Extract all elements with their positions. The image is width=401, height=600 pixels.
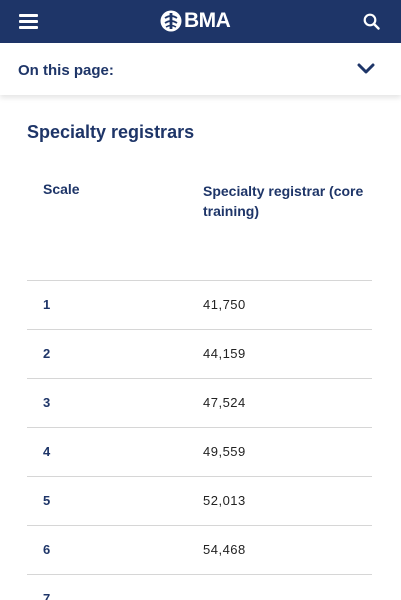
salary-cell: 52,013 bbox=[203, 493, 246, 508]
search-icon[interactable] bbox=[363, 13, 380, 30]
table-row: 6 54,468 bbox=[27, 525, 372, 575]
scale-cell: 5 bbox=[43, 493, 51, 508]
chevron-down-icon[interactable] bbox=[357, 63, 375, 75]
scale-cell: 7 bbox=[43, 591, 51, 600]
table-row: 3 47,524 bbox=[27, 378, 372, 428]
pay-scale-table: Scale Specialty registrar (core training… bbox=[27, 168, 372, 600]
salary-cell: 47,524 bbox=[203, 395, 246, 410]
salary-cell: 41,750 bbox=[203, 297, 246, 312]
section-title: Specialty registrars bbox=[27, 122, 195, 142]
salary-cell: 54,468 bbox=[203, 542, 246, 557]
column-header-scale: Scale bbox=[43, 181, 80, 197]
top-navigation-bar: BMA bbox=[0, 0, 401, 43]
table-row: 1 41,750 bbox=[27, 280, 372, 330]
scale-cell: 1 bbox=[43, 297, 51, 312]
on-this-page-dropdown[interactable]: On this page: bbox=[0, 43, 401, 95]
scale-cell: 6 bbox=[43, 542, 51, 557]
salary-cell: 44,159 bbox=[203, 346, 246, 361]
column-header-specialty-registrar: Specialty registrar (core training) bbox=[203, 181, 372, 221]
salary-cell: 49,559 bbox=[203, 444, 246, 459]
bma-logo[interactable]: BMA bbox=[160, 9, 231, 33]
scale-cell: 4 bbox=[43, 444, 51, 459]
hamburger-menu-icon[interactable] bbox=[19, 13, 38, 29]
on-this-page-label: On this page: bbox=[18, 62, 114, 79]
table-row: 5 52,013 bbox=[27, 476, 372, 526]
bma-logo-mark-icon bbox=[160, 10, 182, 32]
table-row: 2 44,159 bbox=[27, 329, 372, 379]
column-header-line-2: training) bbox=[203, 203, 259, 219]
scale-cell: 3 bbox=[43, 395, 51, 410]
table-row: 4 49,559 bbox=[27, 427, 372, 477]
logo-text: BMA bbox=[184, 9, 231, 32]
scale-cell: 2 bbox=[43, 346, 51, 361]
column-header-line-1: Specialty registrar (core bbox=[203, 183, 364, 199]
table-row: 7 bbox=[27, 574, 372, 600]
